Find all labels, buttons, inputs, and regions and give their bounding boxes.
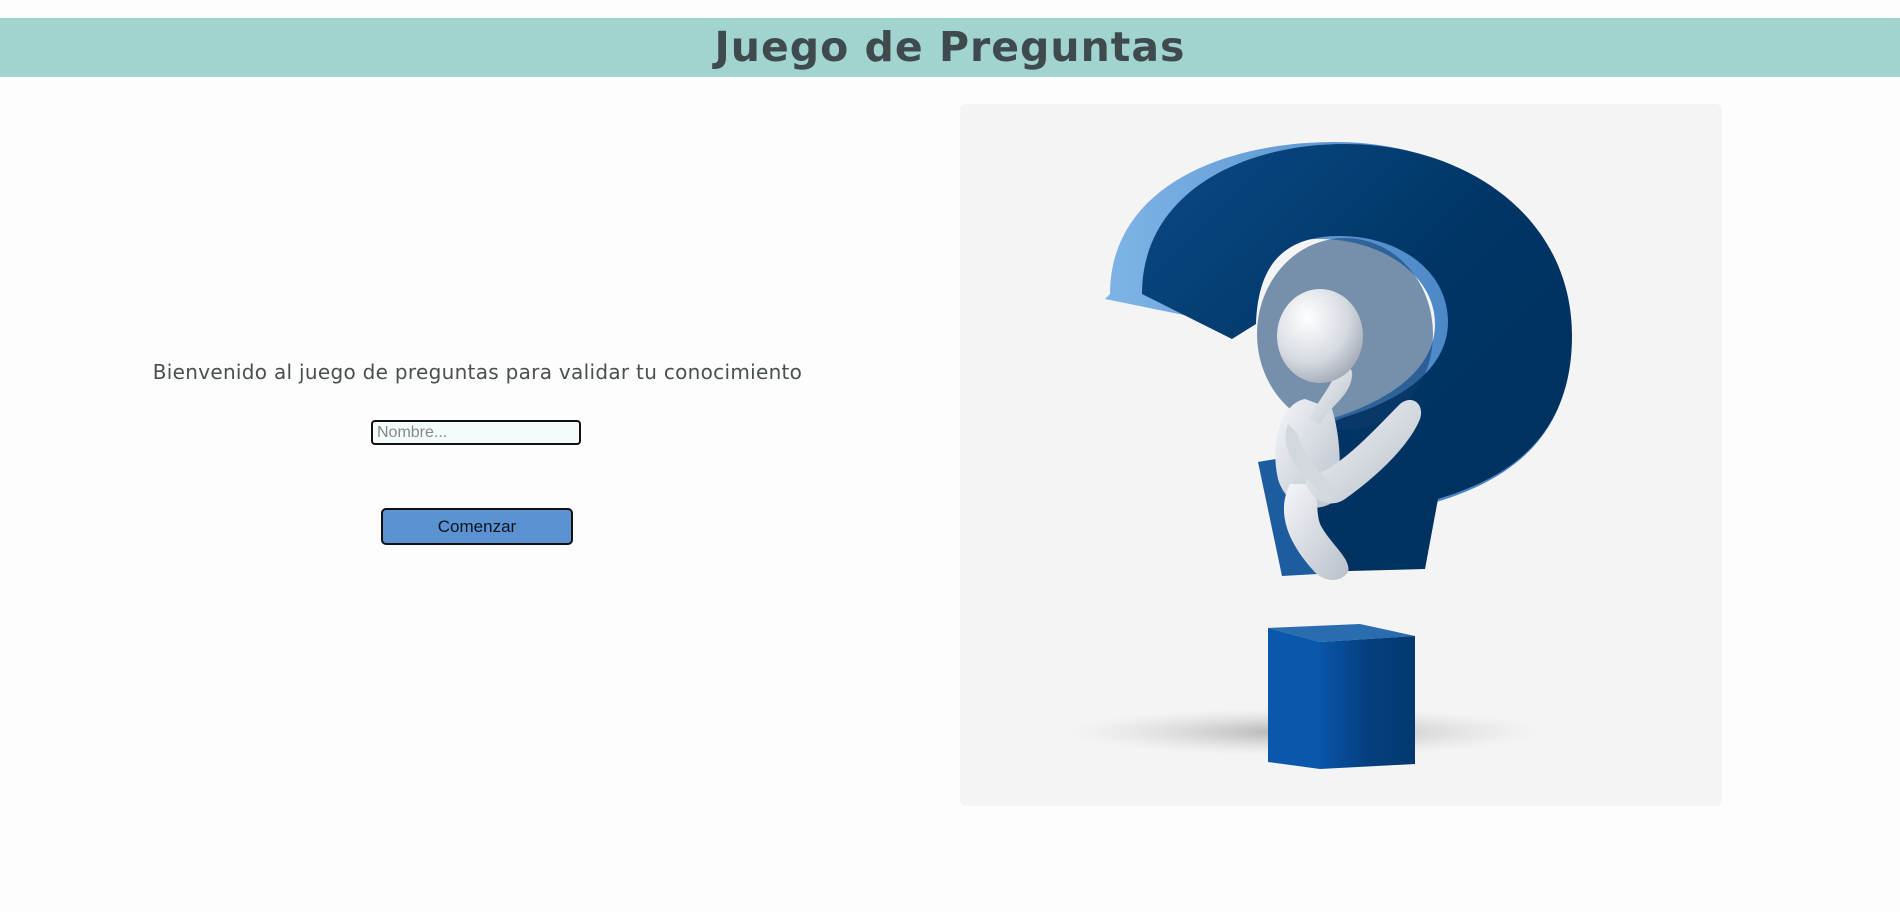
- page-title: Juego de Preguntas: [714, 22, 1186, 71]
- start-button[interactable]: Comenzar: [381, 508, 573, 545]
- name-input[interactable]: [371, 420, 581, 445]
- question-illustration-card: [960, 104, 1722, 806]
- page-header: Juego de Preguntas: [0, 18, 1900, 77]
- welcome-panel: Bienvenido al juego de preguntas para va…: [0, 104, 955, 806]
- welcome-message: Bienvenido al juego de preguntas para va…: [152, 360, 803, 384]
- question-mark-illustration: [1065, 142, 1572, 769]
